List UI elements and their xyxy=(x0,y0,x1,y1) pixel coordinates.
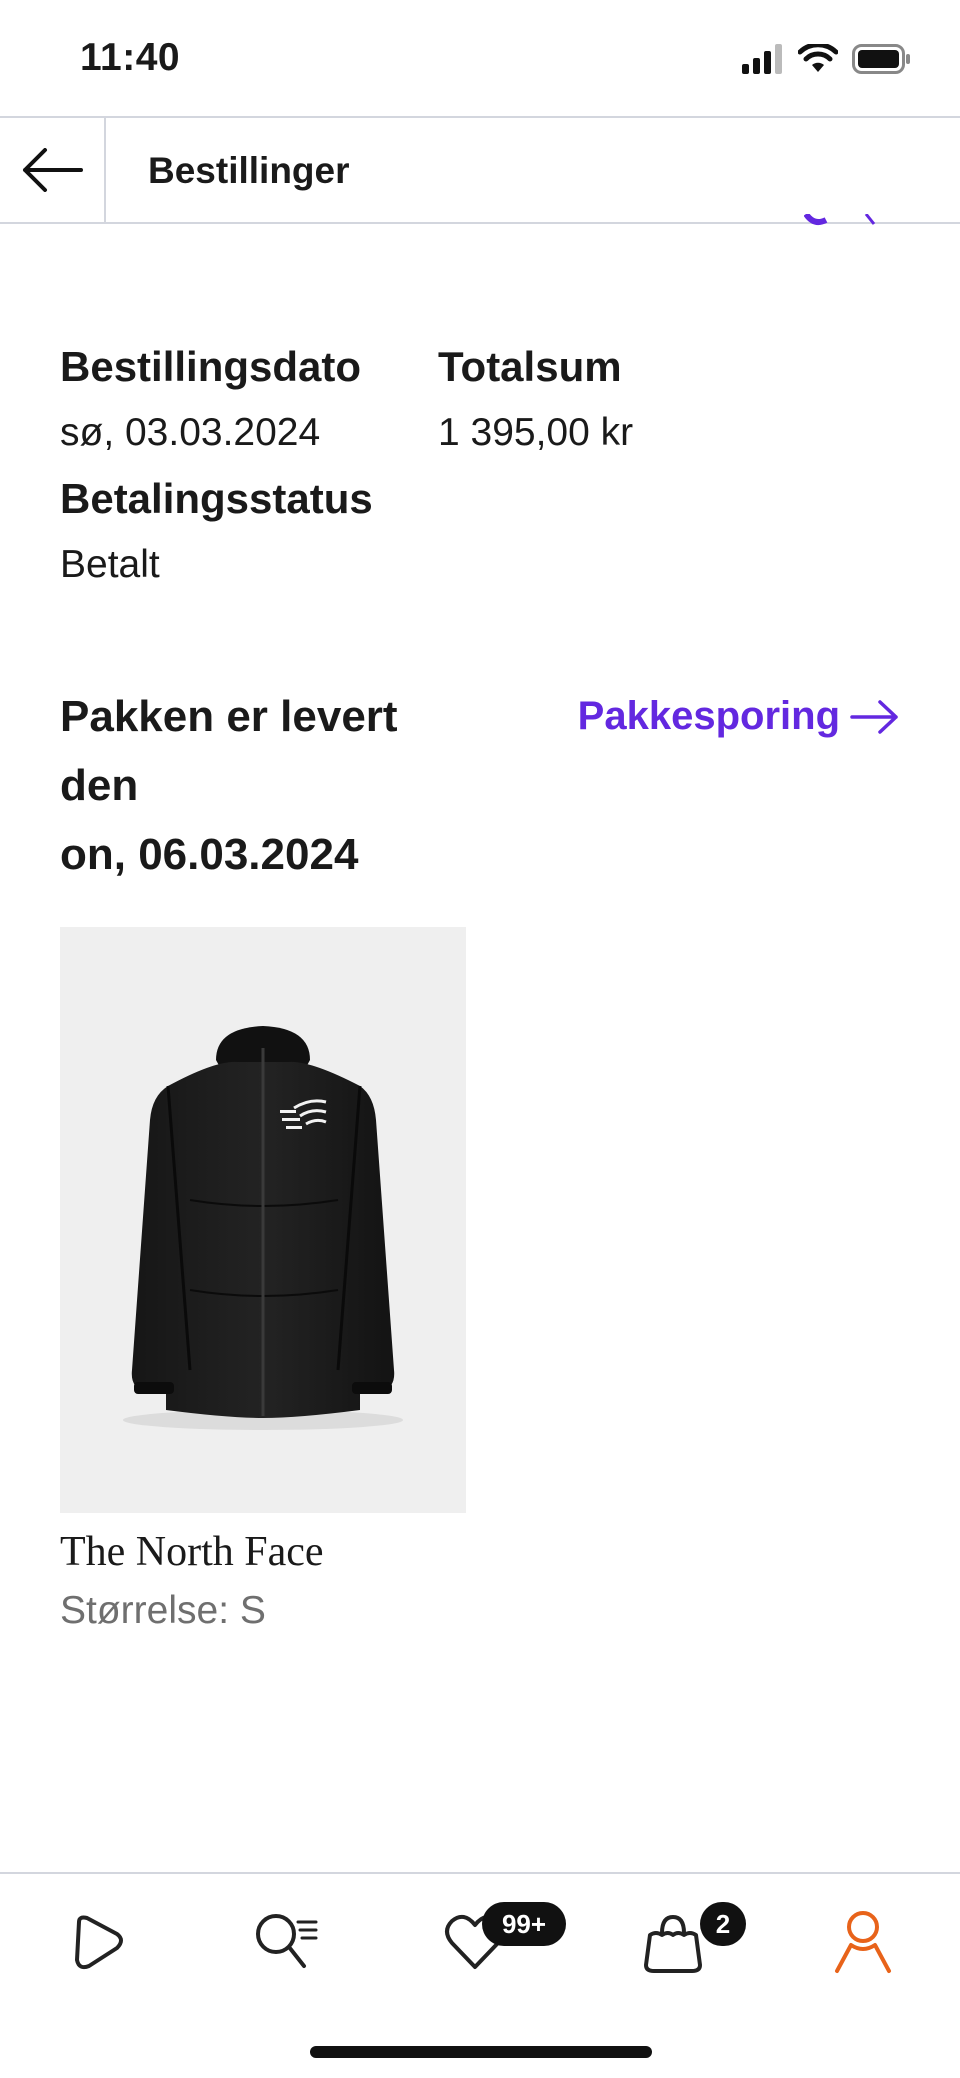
status-icons xyxy=(742,44,912,74)
delivery-status-line1: Pakken er levert xyxy=(60,692,398,741)
nav-wishlist[interactable]: 99+ xyxy=(420,1902,566,1982)
scrolled-link-fragment xyxy=(804,214,894,228)
page-title: Bestillinger xyxy=(148,150,350,191)
delivery-date: on, 06.03.2024 xyxy=(60,830,359,879)
nav-home[interactable] xyxy=(42,1902,152,1982)
product-image[interactable] xyxy=(60,927,466,1513)
order-date-value: sø, 03.03.2024 xyxy=(60,411,321,454)
home-indicator xyxy=(310,2046,652,2058)
order-total-label: Totalsum xyxy=(438,343,622,390)
back-button[interactable] xyxy=(0,118,106,222)
order-date-label: Bestillingsdato xyxy=(60,343,362,390)
profile-icon xyxy=(835,1911,891,1973)
cart-badge: 2 xyxy=(700,1902,746,1946)
jacket-image xyxy=(123,1026,403,1430)
product-size: Størrelse: S xyxy=(60,1589,266,1632)
arrow-left-icon xyxy=(23,148,83,192)
wifi-icon xyxy=(798,44,838,72)
delivery-status-line2: den xyxy=(60,761,139,810)
payment-status-value: Betalt xyxy=(60,543,160,586)
delivery-status: Pakken er levert den on, 06.03.2024 xyxy=(60,682,480,889)
wishlist-badge: 99+ xyxy=(482,1902,566,1946)
order-total-value: 1 395,00 kr xyxy=(438,411,634,454)
top-bar: Bestillinger xyxy=(0,116,960,224)
nav-profile[interactable] xyxy=(808,1902,918,1982)
nav-search[interactable] xyxy=(232,1902,342,1982)
product-brand: The North Face xyxy=(60,1529,324,1575)
status-time: 11:40 xyxy=(80,36,181,79)
nav-cart[interactable]: 2 xyxy=(618,1902,746,1982)
payment-status-label: Betalingsstatus xyxy=(60,475,373,522)
package-tracking-label: Pakkesporing xyxy=(577,694,840,738)
play-icon xyxy=(75,1915,123,1970)
cellular-signal-icon xyxy=(742,44,782,74)
product-card[interactable]: The North Face Størrelse: S xyxy=(60,927,466,1641)
package-tracking-link[interactable]: Pakkesporing xyxy=(578,694,900,739)
battery-icon xyxy=(852,44,910,74)
status-bar: 11:40 xyxy=(0,0,960,116)
arrow-right-icon xyxy=(850,699,898,734)
search-icon xyxy=(256,1914,318,1968)
shopping-bag-icon xyxy=(644,1914,702,1973)
